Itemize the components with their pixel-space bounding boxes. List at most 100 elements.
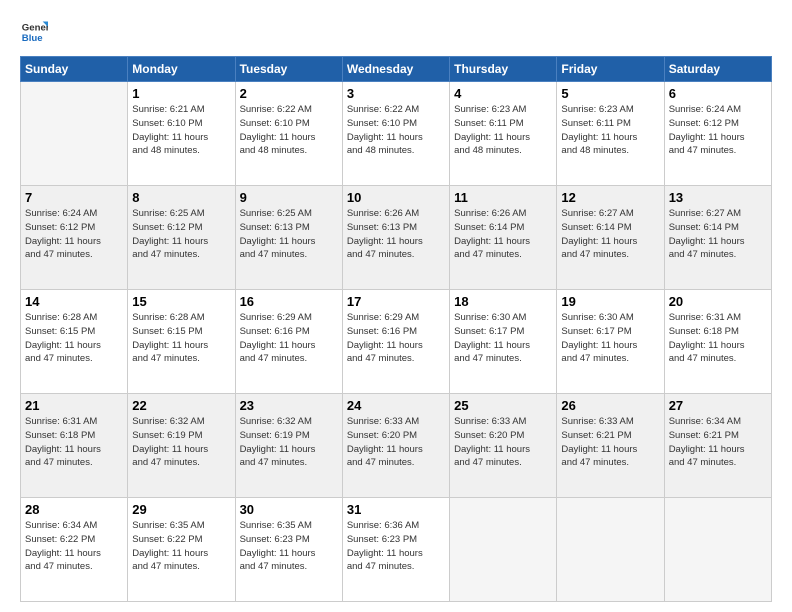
day-info: Sunrise: 6:35 AM Sunset: 6:22 PM Dayligh… [132,519,230,574]
day-info: Sunrise: 6:26 AM Sunset: 6:14 PM Dayligh… [454,207,552,262]
calendar-cell: 26 Sunrise: 6:33 AM Sunset: 6:21 PM Dayli… [557,394,664,498]
calendar-cell: 19 Sunrise: 6:30 AM Sunset: 6:17 PM Dayli… [557,290,664,394]
day-info: Sunrise: 6:28 AM Sunset: 6:15 PM Dayligh… [25,311,123,366]
day-info: Sunrise: 6:25 AM Sunset: 6:13 PM Dayligh… [240,207,338,262]
calendar-cell: 15 Sunrise: 6:28 AM Sunset: 6:15 PM Dayli… [128,290,235,394]
calendar-header-row: SundayMondayTuesdayWednesdayThursdayFrid… [21,57,772,82]
day-number: 22 [132,398,230,413]
page: General Blue SundayMondayTuesdayWednesda… [0,0,792,612]
day-number: 14 [25,294,123,309]
day-number: 3 [347,86,445,101]
day-info: Sunrise: 6:33 AM Sunset: 6:20 PM Dayligh… [454,415,552,470]
calendar-week-row: 28 Sunrise: 6:34 AM Sunset: 6:22 PM Dayli… [21,498,772,602]
day-number: 31 [347,502,445,517]
day-info: Sunrise: 6:27 AM Sunset: 6:14 PM Dayligh… [561,207,659,262]
day-number: 2 [240,86,338,101]
day-info: Sunrise: 6:27 AM Sunset: 6:14 PM Dayligh… [669,207,767,262]
day-info: Sunrise: 6:32 AM Sunset: 6:19 PM Dayligh… [240,415,338,470]
calendar-cell: 4 Sunrise: 6:23 AM Sunset: 6:11 PM Daylig… [450,82,557,186]
calendar-cell: 29 Sunrise: 6:35 AM Sunset: 6:22 PM Dayli… [128,498,235,602]
calendar-cell: 1 Sunrise: 6:21 AM Sunset: 6:10 PM Daylig… [128,82,235,186]
day-number: 21 [25,398,123,413]
day-info: Sunrise: 6:28 AM Sunset: 6:15 PM Dayligh… [132,311,230,366]
day-info: Sunrise: 6:33 AM Sunset: 6:20 PM Dayligh… [347,415,445,470]
calendar-cell: 18 Sunrise: 6:30 AM Sunset: 6:17 PM Dayli… [450,290,557,394]
day-number: 19 [561,294,659,309]
day-info: Sunrise: 6:23 AM Sunset: 6:11 PM Dayligh… [454,103,552,158]
day-number: 13 [669,190,767,205]
day-number: 18 [454,294,552,309]
day-number: 27 [669,398,767,413]
calendar-cell: 24 Sunrise: 6:33 AM Sunset: 6:20 PM Dayli… [342,394,449,498]
day-info: Sunrise: 6:22 AM Sunset: 6:10 PM Dayligh… [240,103,338,158]
day-info: Sunrise: 6:31 AM Sunset: 6:18 PM Dayligh… [25,415,123,470]
calendar-cell: 5 Sunrise: 6:23 AM Sunset: 6:11 PM Daylig… [557,82,664,186]
day-number: 29 [132,502,230,517]
calendar-cell [21,82,128,186]
calendar-table: SundayMondayTuesdayWednesdayThursdayFrid… [20,56,772,602]
day-info: Sunrise: 6:22 AM Sunset: 6:10 PM Dayligh… [347,103,445,158]
calendar-cell: 16Sunrise: 6:29 AM Sunset: 6:16 PM Dayli… [235,290,342,394]
day-info: Sunrise: 6:29 AM Sunset: 6:16 PM Dayligh… [347,311,445,366]
calendar-cell: 13 Sunrise: 6:27 AM Sunset: 6:14 PM Dayli… [664,186,771,290]
day-number: 9 [240,190,338,205]
logo: General Blue [20,18,50,46]
calendar-header-friday: Friday [557,57,664,82]
calendar-cell [557,498,664,602]
day-info: Sunrise: 6:29 AM Sunset: 6:16 PM Dayligh… [240,311,338,366]
day-info: Sunrise: 6:30 AM Sunset: 6:17 PM Dayligh… [561,311,659,366]
calendar-cell: 28 Sunrise: 6:34 AM Sunset: 6:22 PM Dayli… [21,498,128,602]
day-info: Sunrise: 6:24 AM Sunset: 6:12 PM Dayligh… [25,207,123,262]
day-info: Sunrise: 6:26 AM Sunset: 6:13 PM Dayligh… [347,207,445,262]
svg-text:General: General [22,22,48,33]
day-info: Sunrise: 6:30 AM Sunset: 6:17 PM Dayligh… [454,311,552,366]
day-number: 28 [25,502,123,517]
calendar-header-thursday: Thursday [450,57,557,82]
calendar-header-monday: Monday [128,57,235,82]
day-info: Sunrise: 6:34 AM Sunset: 6:22 PM Dayligh… [25,519,123,574]
calendar-cell: 11 Sunrise: 6:26 AM Sunset: 6:14 PM Dayli… [450,186,557,290]
day-info: Sunrise: 6:32 AM Sunset: 6:19 PM Dayligh… [132,415,230,470]
day-info: Sunrise: 6:33 AM Sunset: 6:21 PM Dayligh… [561,415,659,470]
day-number: 1 [132,86,230,101]
day-number: 26 [561,398,659,413]
day-number: 5 [561,86,659,101]
calendar-cell: 6Sunrise: 6:24 AM Sunset: 6:12 PM Daylig… [664,82,771,186]
day-info: Sunrise: 6:25 AM Sunset: 6:12 PM Dayligh… [132,207,230,262]
calendar-cell: 17Sunrise: 6:29 AM Sunset: 6:16 PM Dayli… [342,290,449,394]
calendar-header-wednesday: Wednesday [342,57,449,82]
logo-icon: General Blue [20,18,48,46]
day-number: 30 [240,502,338,517]
day-number: 20 [669,294,767,309]
calendar-cell: 10 Sunrise: 6:26 AM Sunset: 6:13 PM Dayli… [342,186,449,290]
calendar-cell: 7 Sunrise: 6:24 AM Sunset: 6:12 PM Daylig… [21,186,128,290]
calendar-cell: 20 Sunrise: 6:31 AM Sunset: 6:18 PM Dayli… [664,290,771,394]
calendar-week-row: 7 Sunrise: 6:24 AM Sunset: 6:12 PM Daylig… [21,186,772,290]
calendar-cell: 12 Sunrise: 6:27 AM Sunset: 6:14 PM Dayli… [557,186,664,290]
calendar-header-tuesday: Tuesday [235,57,342,82]
day-number: 11 [454,190,552,205]
day-number: 7 [25,190,123,205]
day-info: Sunrise: 6:23 AM Sunset: 6:11 PM Dayligh… [561,103,659,158]
header: General Blue [20,18,772,46]
day-number: 15 [132,294,230,309]
calendar-cell: 22 Sunrise: 6:32 AM Sunset: 6:19 PM Dayli… [128,394,235,498]
calendar-header-sunday: Sunday [21,57,128,82]
day-number: 25 [454,398,552,413]
day-number: 24 [347,398,445,413]
calendar-cell: 23 Sunrise: 6:32 AM Sunset: 6:19 PM Dayli… [235,394,342,498]
calendar-cell: 14 Sunrise: 6:28 AM Sunset: 6:15 PM Dayli… [21,290,128,394]
day-info: Sunrise: 6:35 AM Sunset: 6:23 PM Dayligh… [240,519,338,574]
svg-text:Blue: Blue [22,33,43,44]
day-number: 4 [454,86,552,101]
day-info: Sunrise: 6:31 AM Sunset: 6:18 PM Dayligh… [669,311,767,366]
calendar-cell: 9 Sunrise: 6:25 AM Sunset: 6:13 PM Daylig… [235,186,342,290]
day-number: 12 [561,190,659,205]
calendar-cell [450,498,557,602]
day-info: Sunrise: 6:24 AM Sunset: 6:12 PM Dayligh… [669,103,767,158]
day-number: 23 [240,398,338,413]
day-number: 10 [347,190,445,205]
calendar-week-row: 21 Sunrise: 6:31 AM Sunset: 6:18 PM Dayli… [21,394,772,498]
calendar-cell: 8Sunrise: 6:25 AM Sunset: 6:12 PM Daylig… [128,186,235,290]
day-info: Sunrise: 6:21 AM Sunset: 6:10 PM Dayligh… [132,103,230,158]
